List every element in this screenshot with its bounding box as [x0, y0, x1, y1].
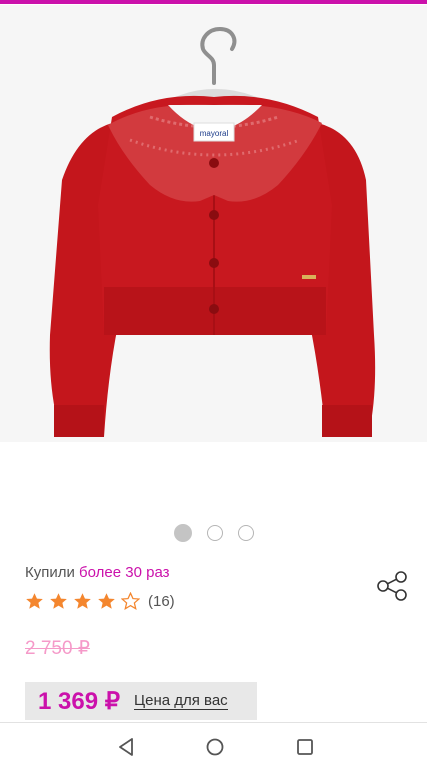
- review-count: (16): [148, 592, 175, 610]
- product-rating[interactable]: (16): [25, 589, 175, 613]
- system-navigation-bar: [0, 722, 427, 771]
- share-icon[interactable]: [375, 570, 409, 602]
- brand-tag: mayoral: [200, 129, 229, 138]
- current-price: 1 369 ₽: [38, 687, 120, 715]
- gallery-pagination: [0, 523, 427, 543]
- star-filled-icon: [26, 592, 43, 609]
- gallery-dot-1[interactable]: [173, 524, 192, 542]
- gallery-dot-3[interactable]: [237, 525, 254, 541]
- product-image-gallery[interactable]: mayoral: [0, 5, 427, 442]
- purchase-count-value: более 30 раз: [79, 564, 170, 581]
- gallery-dot-2[interactable]: [206, 525, 223, 541]
- old-price: 2 750 ₽: [25, 638, 90, 659]
- star-filled-icon: [50, 592, 67, 609]
- price-for-you-link[interactable]: Цена для вас: [134, 692, 228, 710]
- purchase-count-prefix: Купили: [25, 564, 75, 581]
- purchase-count: Купили более 30 раз: [25, 564, 170, 581]
- nav-recents-icon[interactable]: [295, 737, 315, 757]
- nav-home-icon[interactable]: [205, 737, 225, 757]
- product-photo: mayoral: [49, 26, 376, 437]
- star-empty-icon: [121, 591, 140, 610]
- price-box: 1 369 ₽ Цена для вас: [25, 682, 257, 720]
- nav-back-icon[interactable]: [117, 737, 137, 757]
- star-filled-icon: [98, 592, 115, 609]
- star-filled-icon: [74, 592, 91, 609]
- top-accent-bar: [0, 0, 427, 4]
